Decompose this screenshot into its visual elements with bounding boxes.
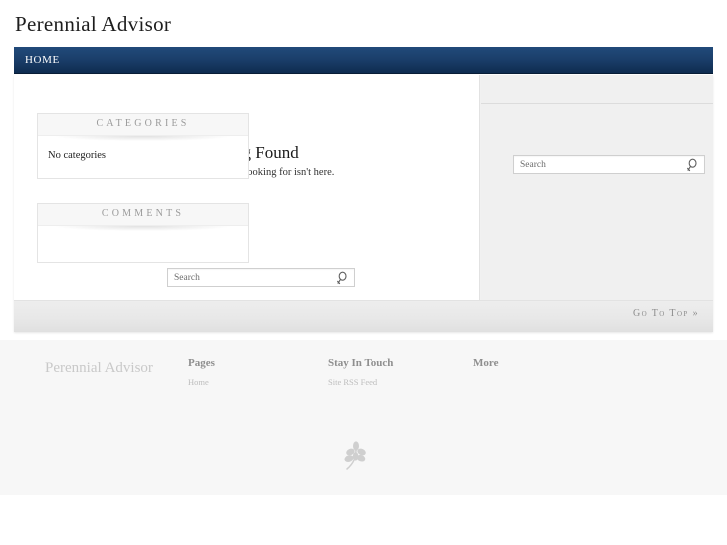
footer-column-title: Pages (188, 357, 215, 369)
widget-categories: CATEGORIES No categories (37, 113, 249, 179)
site-title: Perennial Advisor (15, 12, 172, 36)
go-to-top-bar: Go To Top » (14, 300, 713, 332)
widget-header: CATEGORIES (38, 114, 248, 136)
search-input[interactable] (520, 156, 680, 173)
search-icon[interactable] (335, 271, 349, 285)
footer-column-stay-in-touch: Stay In Touch Site RSS Feed (328, 357, 393, 387)
content-search-box[interactable] (167, 268, 355, 287)
footer-brand: Perennial Advisor (45, 360, 153, 376)
page-root: Perennial Advisor HOME Nothing Found Sor… (0, 0, 727, 545)
widget-body: No categories (48, 150, 107, 161)
widget-comments: COMMENTS (37, 203, 249, 263)
search-icon[interactable] (685, 158, 699, 172)
widget-body (38, 226, 248, 262)
sidebar-divider (481, 103, 713, 104)
search-input[interactable] (174, 269, 330, 286)
footer-column-more: More (473, 357, 498, 377)
footer-column-title: Stay In Touch (328, 357, 394, 369)
widget-title: CATEGORIES (96, 118, 190, 129)
main-shell: Nothing Found Sorry, what you are lookin… (14, 75, 713, 332)
main-navigation: HOME (14, 47, 713, 74)
widget-header: COMMENTS (38, 204, 248, 226)
nav-item-home[interactable]: HOME (25, 47, 70, 74)
sidebar (481, 75, 713, 300)
footer-column-title: More (473, 357, 499, 369)
footer-link-rss-feed[interactable]: Site RSS Feed (328, 377, 393, 387)
leaf-icon (338, 440, 374, 476)
widget-title: COMMENTS (101, 208, 185, 219)
footer-column-pages: Pages Home (188, 357, 215, 387)
main-content: Nothing Found Sorry, what you are lookin… (14, 75, 480, 300)
go-to-top-link[interactable]: Go To Top » (633, 308, 699, 319)
sidebar-search-box[interactable] (513, 155, 705, 174)
footer-link-home[interactable]: Home (188, 377, 215, 387)
